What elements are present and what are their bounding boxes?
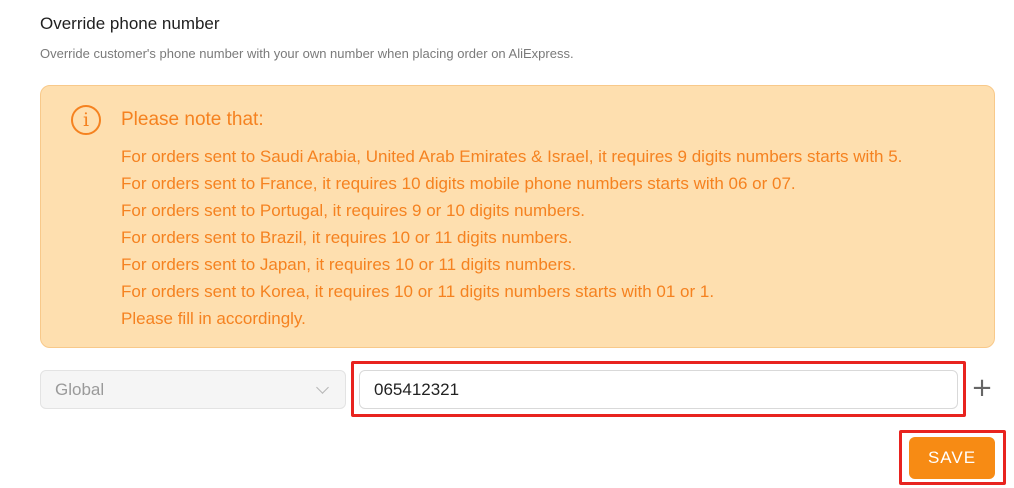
notice-lines: For orders sent to Saudi Arabia, United … xyxy=(121,143,902,332)
section-description: Override customer's phone number with yo… xyxy=(40,46,574,61)
info-circle-icon: i xyxy=(71,105,101,135)
notice-line: For orders sent to Portugal, it requires… xyxy=(121,201,585,220)
notice-line: Please fill in accordingly. xyxy=(121,309,306,328)
notice-line: For orders sent to Brazil, it requires 1… xyxy=(121,228,573,247)
phone-number-input[interactable] xyxy=(359,370,958,409)
notice-line: For orders sent to Korea, it requires 10… xyxy=(121,282,715,301)
chevron-down-icon xyxy=(316,381,329,394)
country-select[interactable]: Global xyxy=(40,370,346,409)
notice-line: For orders sent to Saudi Arabia, United … xyxy=(121,147,903,166)
country-select-value: Global xyxy=(55,379,105,399)
plus-icon[interactable]: + xyxy=(970,373,994,405)
section-title: Override phone number xyxy=(40,14,220,33)
save-button[interactable]: SAVE xyxy=(909,437,995,479)
notice-line: For orders sent to France, it requires 1… xyxy=(121,174,796,193)
notice-line: For orders sent to Japan, it requires 10… xyxy=(121,255,577,274)
notice-box: i Please note that: For orders sent to S… xyxy=(40,85,995,348)
notice-heading: Please note that: xyxy=(121,109,264,130)
